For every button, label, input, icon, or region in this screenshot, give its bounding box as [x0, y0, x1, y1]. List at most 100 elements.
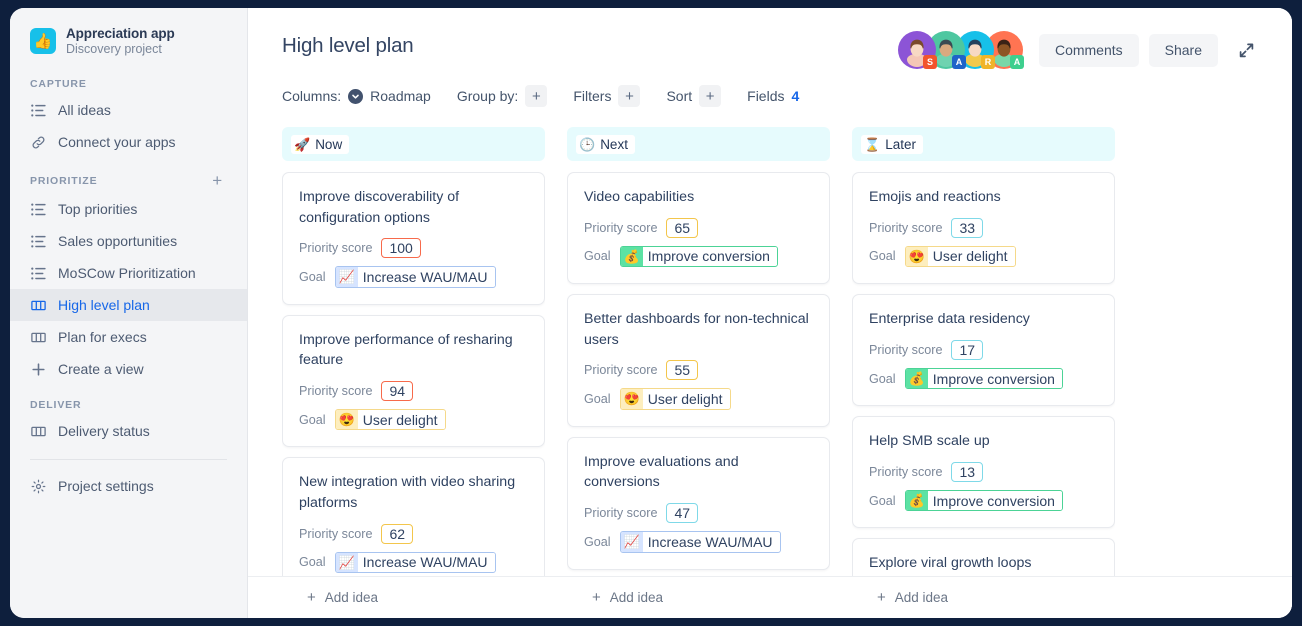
sidebar-item-plan-for-execs[interactable]: Plan for execs: [10, 321, 247, 353]
list-icon: [30, 104, 46, 117]
goal-label: Goal: [584, 249, 611, 263]
columns-control[interactable]: Columns: Roadmap: [282, 88, 431, 104]
filters-add-button[interactable]: +: [618, 85, 640, 107]
priority-score-value: 65: [666, 218, 698, 238]
goal-name: User delight: [928, 247, 1015, 265]
share-button[interactable]: Share: [1149, 34, 1218, 67]
idea-title: Emojis and reactions: [869, 187, 1098, 208]
column-header[interactable]: ⌛Later: [852, 127, 1115, 161]
idea-card[interactable]: Improve performance of resharing feature…: [282, 315, 545, 448]
idea-card[interactable]: Video capabilitiesPriority score65Goal💰I…: [567, 172, 830, 284]
board-icon: [30, 331, 46, 344]
sort-label: Sort: [666, 88, 692, 104]
priority-score-value: 13: [951, 462, 983, 482]
sidebar-item-delivery-status[interactable]: Delivery status: [10, 415, 247, 447]
columns-label: Columns:: [282, 88, 341, 104]
goal-name: Increase WAU/MAU: [643, 533, 780, 551]
app-window: 👍 Appreciation app Discovery project CAP…: [10, 8, 1292, 618]
column-card-list: Improve discoverability of configuration…: [282, 172, 545, 618]
chart-increasing-icon: 📈: [336, 267, 358, 287]
chevron-down-circle-icon: [348, 89, 363, 104]
money-bag-icon: 💰: [621, 247, 643, 267]
group-by-add-button[interactable]: +: [525, 85, 547, 107]
add-idea-label: Add idea: [325, 590, 378, 605]
sidebar-item-sales-opportunities[interactable]: Sales opportunities: [10, 225, 247, 257]
sidebar-add-view-button[interactable]: +: [212, 172, 227, 189]
column-header[interactable]: 🕒Next: [567, 127, 830, 161]
goal-label: Goal: [299, 413, 326, 427]
add-idea-button[interactable]: +Add idea: [852, 590, 1115, 605]
avatar-initial-badge: A: [952, 55, 966, 69]
idea-card[interactable]: Emojis and reactionsPriority score33Goal…: [852, 172, 1115, 284]
goal-chip: 💰Improve conversion: [905, 368, 1063, 390]
goal-chip: 💰Improve conversion: [620, 246, 778, 268]
idea-card[interactable]: Improve discoverability of configuration…: [282, 172, 545, 305]
group-by-label: Group by:: [457, 88, 518, 104]
board-column-next: 🕒Next Video capabilities Priority score 65 G…: [567, 127, 830, 618]
sidebar-item-top-priorities[interactable]: Top priorities: [10, 193, 247, 225]
idea-title: Video capabilities: [584, 187, 813, 208]
priority-score-row: Priority score94: [299, 381, 528, 401]
column-header[interactable]: 🚀Now: [282, 127, 545, 161]
goal-name: User delight: [643, 390, 730, 408]
sidebar-item-all-ideas[interactable]: All ideas: [10, 94, 247, 126]
avatar-initial-badge: R: [981, 55, 995, 69]
page-title: High level plan: [282, 34, 413, 58]
add-idea-button[interactable]: + Add idea: [282, 590, 545, 605]
sort-add-button[interactable]: +: [699, 85, 721, 107]
project-subtitle: Discovery project: [66, 42, 175, 56]
sidebar-item-label: Project settings: [58, 478, 154, 494]
fields-control[interactable]: Fields 4: [747, 88, 799, 104]
heart-eyes-icon: 😍: [621, 389, 643, 409]
sidebar-item-high-level-plan[interactable]: High level plan: [10, 289, 247, 321]
sidebar-item-label: All ideas: [58, 102, 111, 118]
money-bag-icon: 💰: [906, 491, 928, 511]
column-card-list: Video capabilitiesPriority score65Goal💰I…: [567, 172, 830, 618]
sidebar-item-create-a-view[interactable]: Create a view: [10, 353, 247, 385]
priority-score-row: Priority score33: [869, 218, 1098, 238]
goal-name: Increase WAU/MAU: [358, 553, 495, 571]
column-tag: 🕒Next: [576, 135, 635, 154]
idea-card[interactable]: Improve evaluations and conversionsPrior…: [567, 437, 830, 570]
view-toolbar: Columns: Roadmap Group by: + Filters + S…: [248, 69, 1292, 107]
idea-title: Better dashboards for non-technical user…: [584, 309, 813, 350]
list-icon: [30, 235, 46, 248]
idea-card[interactable]: Enterprise data residencyPriority score1…: [852, 294, 1115, 406]
comments-button[interactable]: Comments: [1039, 34, 1139, 67]
add-idea-button[interactable]: +Add idea: [567, 590, 830, 605]
hourglass-icon: ⌛: [864, 138, 880, 151]
idea-card[interactable]: Better dashboards for non-technical user…: [567, 294, 830, 427]
priority-score-label: Priority score: [584, 363, 657, 377]
sidebar-item-moscow-prioritization[interactable]: MoSCow Prioritization: [10, 257, 247, 289]
board-column-now: 🚀Now Improve discoverability of configura…: [282, 127, 545, 618]
goal-name: Improve conversion: [928, 370, 1062, 388]
plus-icon: +: [307, 590, 316, 605]
sidebar-item-project-settings[interactable]: Project settings: [10, 470, 247, 502]
heart-eyes-icon: 😍: [906, 247, 928, 267]
priority-score-label: Priority score: [299, 384, 372, 398]
sidebar-item-connect-your-apps[interactable]: Connect your apps: [10, 126, 247, 158]
idea-card[interactable]: New integration with video sharing platf…: [282, 457, 545, 590]
rocket-icon: 🚀: [294, 138, 310, 151]
priority-score-value: 55: [666, 360, 698, 380]
list-icon: [30, 203, 46, 216]
avatar[interactable]: S: [898, 31, 936, 69]
expand-arrows-icon[interactable]: [1232, 36, 1260, 64]
priority-score-row: Priority score100: [299, 238, 528, 258]
project-brand[interactable]: 👍 Appreciation app Discovery project: [10, 8, 247, 64]
goal-chip: 📈Increase WAU/MAU: [335, 266, 496, 288]
sidebar-item-label: Sales opportunities: [58, 233, 177, 249]
goal-label: Goal: [584, 535, 611, 549]
columns-value[interactable]: Roadmap: [370, 88, 431, 104]
priority-score-label: Priority score: [299, 241, 372, 255]
add-idea-label: Add idea: [895, 590, 948, 605]
idea-title: Help SMB scale up: [869, 431, 1098, 452]
goal-label: Goal: [584, 392, 611, 406]
goal-chip: 📈Increase WAU/MAU: [620, 531, 781, 553]
chart-increasing-icon: 📈: [621, 532, 643, 552]
filters-control: Filters +: [573, 85, 640, 107]
goal-chip: 📈Increase WAU/MAU: [335, 552, 496, 574]
idea-card[interactable]: Help SMB scale upPriority score13Goal💰Im…: [852, 416, 1115, 528]
collaborator-avatars[interactable]: SARA: [898, 31, 1023, 69]
sidebar-section-label: PRIORITIZE: [30, 175, 97, 187]
